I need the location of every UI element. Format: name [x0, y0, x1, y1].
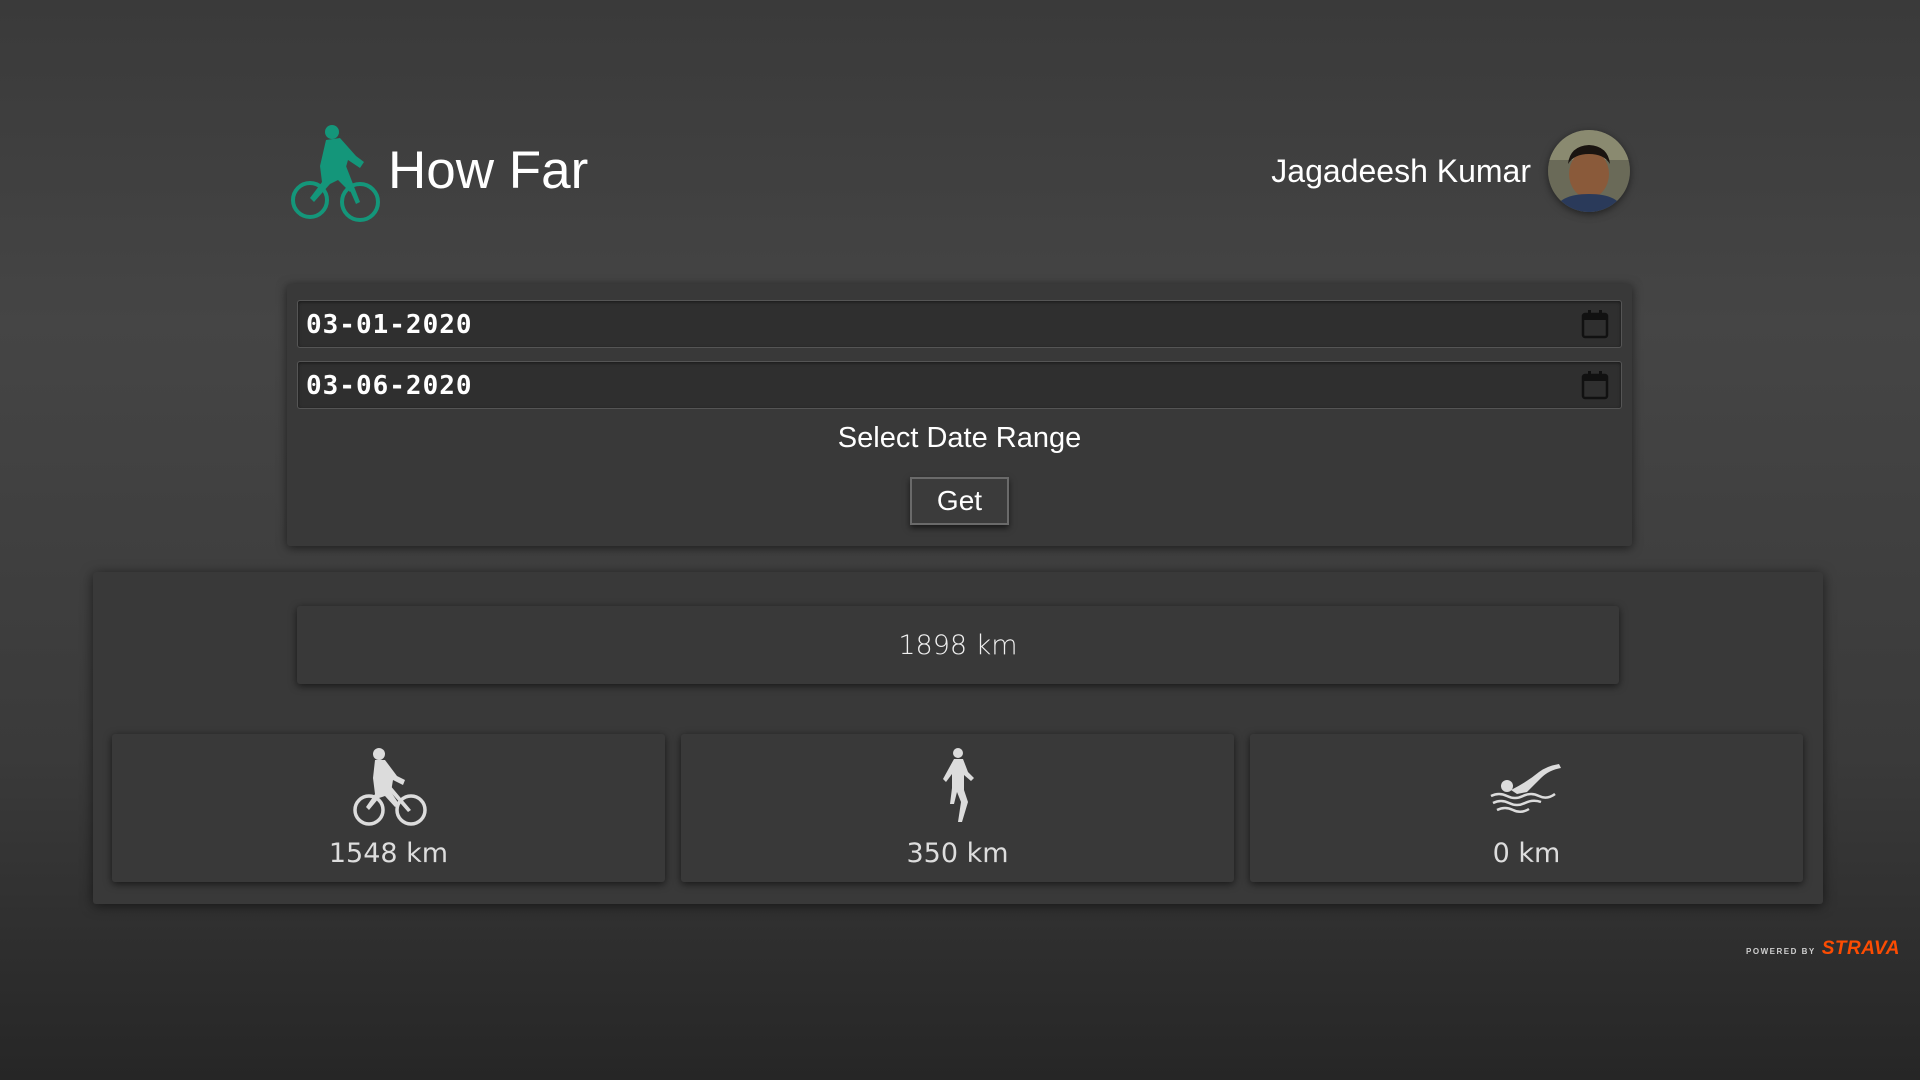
powered-by-strava[interactable]: POWERED BY STRAVA	[1746, 938, 1900, 960]
cyclist-logo-icon	[290, 122, 386, 226]
start-date-value: 03-01-2020	[306, 310, 473, 340]
start-date-field[interactable]: 03-01-2020	[297, 300, 1622, 348]
total-distance-card: 1898 km	[297, 606, 1619, 684]
end-date-field[interactable]: 03-06-2020	[297, 361, 1622, 409]
cycling-card: 1548 km	[112, 734, 665, 882]
cycling-icon	[349, 746, 429, 828]
powered-by-label: POWERED BY	[1746, 947, 1816, 956]
running-icon	[918, 746, 998, 828]
swimming-icon	[1487, 746, 1567, 828]
running-card: 350 km	[681, 734, 1234, 882]
cycling-distance: 1548 km	[328, 838, 449, 869]
date-range-panel: 03-01-2020 03-06-2020 Select Date Range …	[287, 284, 1632, 546]
avatar[interactable]	[1548, 130, 1630, 212]
end-date-value: 03-06-2020	[306, 371, 473, 401]
running-distance: 350 km	[906, 838, 1009, 869]
calendar-icon[interactable]	[1581, 309, 1609, 339]
strava-logo: STRAVA	[1821, 938, 1900, 959]
results-panel: 1898 km 1548 km 350 km 0 km	[93, 572, 1823, 904]
app-title: How Far	[388, 141, 589, 200]
header: How Far Jagadeesh Kumar	[290, 118, 1630, 228]
swimming-distance: 0 km	[1492, 838, 1561, 869]
swimming-card: 0 km	[1250, 734, 1803, 882]
user-info[interactable]: Jagadeesh Kumar	[1271, 130, 1630, 212]
calendar-icon[interactable]	[1581, 370, 1609, 400]
user-name: Jagadeesh Kumar	[1271, 152, 1531, 189]
total-distance: 1898 km	[898, 629, 1018, 661]
get-button[interactable]: Get	[910, 477, 1009, 525]
date-range-label: Select Date Range	[837, 422, 1082, 454]
